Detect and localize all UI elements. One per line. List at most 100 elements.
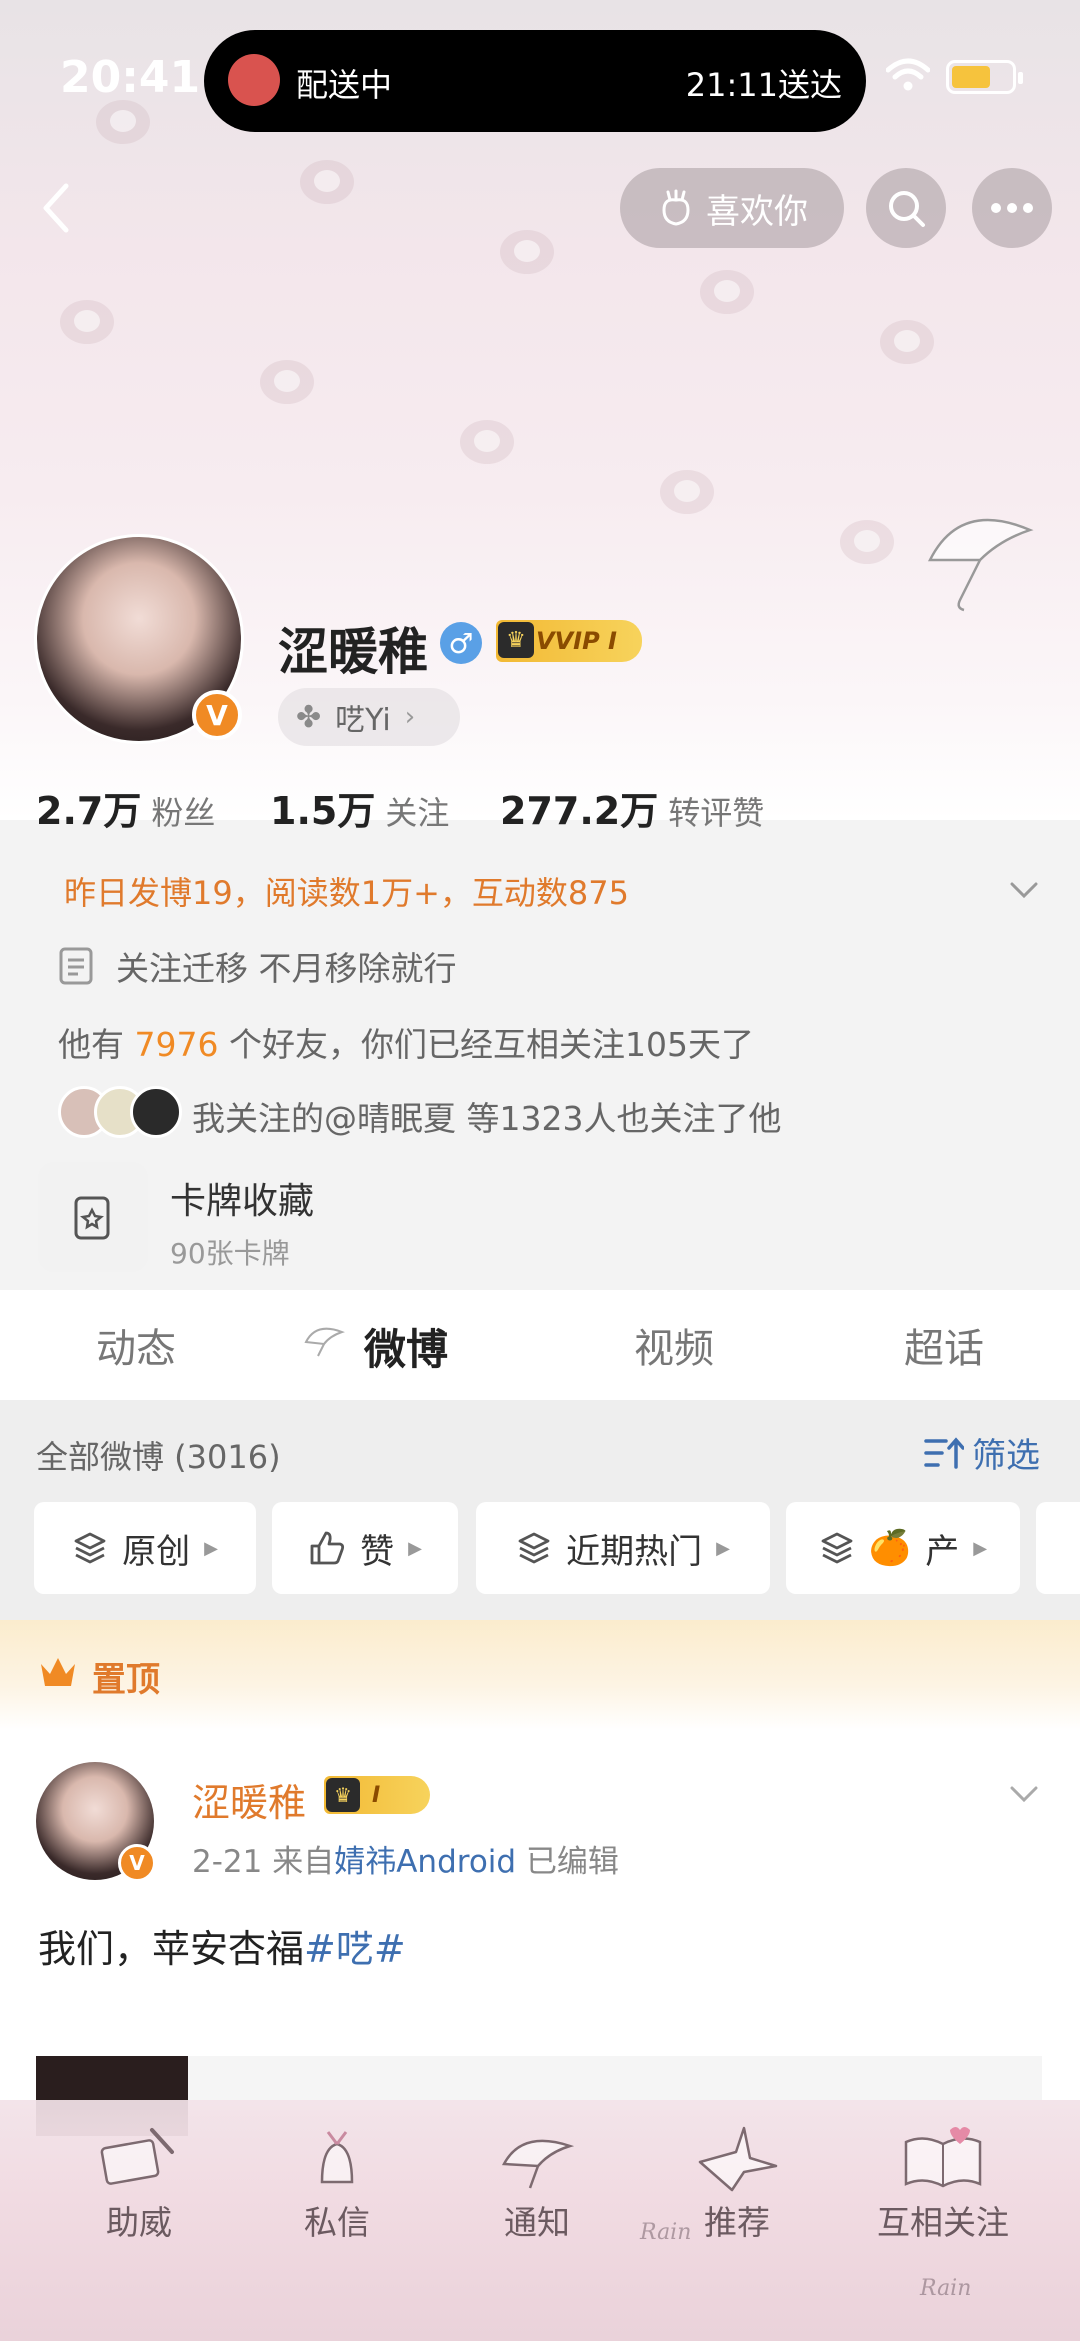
chip-label: 赞: [360, 1531, 395, 1572]
caret-right-icon: ▶: [716, 1537, 730, 1559]
paw-decoration: [96, 100, 150, 144]
paw-decoration: [460, 420, 514, 464]
caret-right-icon: ▶: [973, 1537, 988, 1559]
verified-badge-icon: V: [192, 690, 242, 740]
stat-fans[interactable]: 2.7万 粉丝: [36, 780, 215, 835]
more-button[interactable]: [972, 168, 1052, 248]
chip-label: 原创: [122, 1531, 191, 1572]
search-icon: [889, 191, 925, 227]
vip-badge[interactable]: ♛ I: [324, 1776, 430, 1814]
paper-crane-icon: [698, 2126, 778, 2192]
filter-button[interactable]: 筛选: [924, 1428, 1040, 1477]
friend-suffix: 个好友，你们已经互相关注105天了: [228, 1025, 754, 1064]
clover-icon: ✤: [296, 699, 322, 735]
paw-decoration: [880, 320, 934, 364]
like-you-button[interactable]: 喜欢你: [620, 168, 844, 248]
nav-messages[interactable]: 私信: [242, 2100, 432, 2300]
post-hashtag[interactable]: #呓#: [304, 1927, 406, 1971]
profile-tabs: 动态 微博 视频 超话: [0, 1290, 1080, 1400]
friend-count[interactable]: 7976: [135, 1025, 219, 1064]
nav-label: 助威: [106, 2203, 172, 2242]
stat-interactions[interactable]: 277.2万 转评赞: [500, 780, 764, 835]
profile-bio: 关注迁移 不月移除就行: [116, 949, 457, 988]
umbrella-icon: [501, 2139, 575, 2189]
feed-count-label: 全部微博 (3016): [36, 1438, 281, 1476]
layers-icon: [821, 1532, 853, 1564]
nav-recommend[interactable]: 推荐: [642, 2100, 832, 2300]
card-collection-title[interactable]: 卡牌收藏: [170, 1172, 314, 1224]
paw-decoration: [60, 300, 114, 344]
status-time: 20:41: [60, 52, 201, 103]
layers-icon: [74, 1532, 106, 1564]
thumbs-up-icon: [310, 1531, 345, 1565]
post-from: 来自: [272, 1844, 335, 1880]
crown-icon: [41, 1658, 75, 1686]
chip-liked[interactable]: 赞 ▶: [272, 1502, 458, 1594]
crown-icon: ♛: [498, 622, 534, 658]
battery-icon: [946, 60, 1023, 94]
card-star-icon: [74, 1196, 110, 1240]
document-icon: [59, 947, 93, 985]
caret-right-icon: ▶: [408, 1537, 422, 1559]
wifi-icon: [886, 58, 930, 91]
back-arrow-icon[interactable]: [30, 178, 90, 238]
chevron-down-icon[interactable]: [1006, 1776, 1042, 1812]
post-author[interactable]: 涩暖稚: [192, 1772, 306, 1827]
card-collection-count: 90张卡牌: [170, 1237, 290, 1270]
pinned-header: [0, 1620, 1080, 1730]
stat-value: 277.2万: [500, 789, 659, 833]
chip-orange[interactable]: 🍊 产 ▶: [786, 1502, 1020, 1594]
caret-right-icon: ▶: [204, 1537, 218, 1559]
daily-summary[interactable]: 昨日发博19，阅读数1万+，互动数875: [64, 868, 629, 914]
post-edited: 已编辑: [525, 1844, 619, 1880]
crown-icon: ♛: [326, 1778, 360, 1812]
post-body: 我们，苹安杏福: [38, 1927, 305, 1971]
post-text: 我们，苹安杏福#呓#: [38, 1918, 406, 1973]
post-card[interactable]: [0, 1730, 1080, 2100]
post-source[interactable]: 婧祎Android: [334, 1844, 516, 1880]
nav-label: 推荐: [704, 2203, 770, 2242]
search-button[interactable]: [866, 168, 946, 248]
chevron-down-icon[interactable]: [1006, 872, 1042, 908]
delivery-scooter-icon: [228, 54, 280, 106]
envelope-pen-icon: [100, 2128, 174, 2185]
tab-weibo[interactable]: 微博: [364, 1316, 448, 1377]
card-collection-button[interactable]: [38, 1162, 148, 1272]
chip-recent-hot[interactable]: 近期热门 ▶: [476, 1502, 770, 1594]
paw-decoration: [260, 360, 314, 404]
nav-mutual-follow[interactable]: 互相关注: [848, 2100, 1038, 2300]
stat-label: 转评赞: [668, 794, 765, 832]
tab-dynamics[interactable]: 动态: [96, 1316, 176, 1374]
mutual-follow-line[interactable]: 我关注的@晴眠夏 等1323人也关注了他: [192, 1092, 781, 1140]
verified-badge-icon: V: [118, 1844, 156, 1882]
chip-more[interactable]: [1036, 1502, 1080, 1594]
chip-label: 近期热门: [566, 1531, 703, 1572]
nav-label: 通知: [504, 2203, 570, 2242]
tab-video[interactable]: 视频: [634, 1316, 714, 1374]
paw-decoration: [660, 470, 714, 514]
chevron-right-icon: ›: [404, 702, 416, 732]
stat-following[interactable]: 1.5万 关注: [270, 780, 449, 835]
chip-original[interactable]: 原创 ▶: [34, 1502, 256, 1594]
chip-label: 产: [925, 1531, 960, 1572]
umbrella-decoration-icon: [927, 518, 1034, 612]
open-book-heart-icon: [904, 2127, 982, 2188]
mutual-avatars[interactable]: [58, 1086, 188, 1142]
delivery-status: 配送中: [296, 66, 393, 104]
delivery-eta: 21:11送达: [685, 66, 842, 104]
paw-decoration: [300, 160, 354, 204]
friend-prefix: 他有: [58, 1025, 124, 1064]
nav-support[interactable]: 助威: [44, 2100, 234, 2300]
pinned-label: 置顶: [92, 1660, 160, 1700]
nav-notifications[interactable]: 通知: [442, 2100, 632, 2300]
paw-decoration: [840, 520, 894, 564]
post-date: 2-21: [192, 1844, 263, 1880]
tab-supertopic[interactable]: 超话: [904, 1316, 984, 1374]
like-you-label: 喜欢你: [706, 191, 808, 232]
vvip-badge[interactable]: ♛ VVIP I: [496, 620, 642, 662]
dynamic-island-delivery[interactable]: 配送中 21:11送达: [204, 30, 866, 132]
post-meta: 2-21 来自婧祎Android 已编辑: [192, 1836, 619, 1881]
stat-label: 粉丝: [151, 794, 216, 832]
hand-heart-icon: [662, 189, 690, 226]
group-tag-pill[interactable]: ✤ 呓Yi ›: [278, 688, 460, 746]
